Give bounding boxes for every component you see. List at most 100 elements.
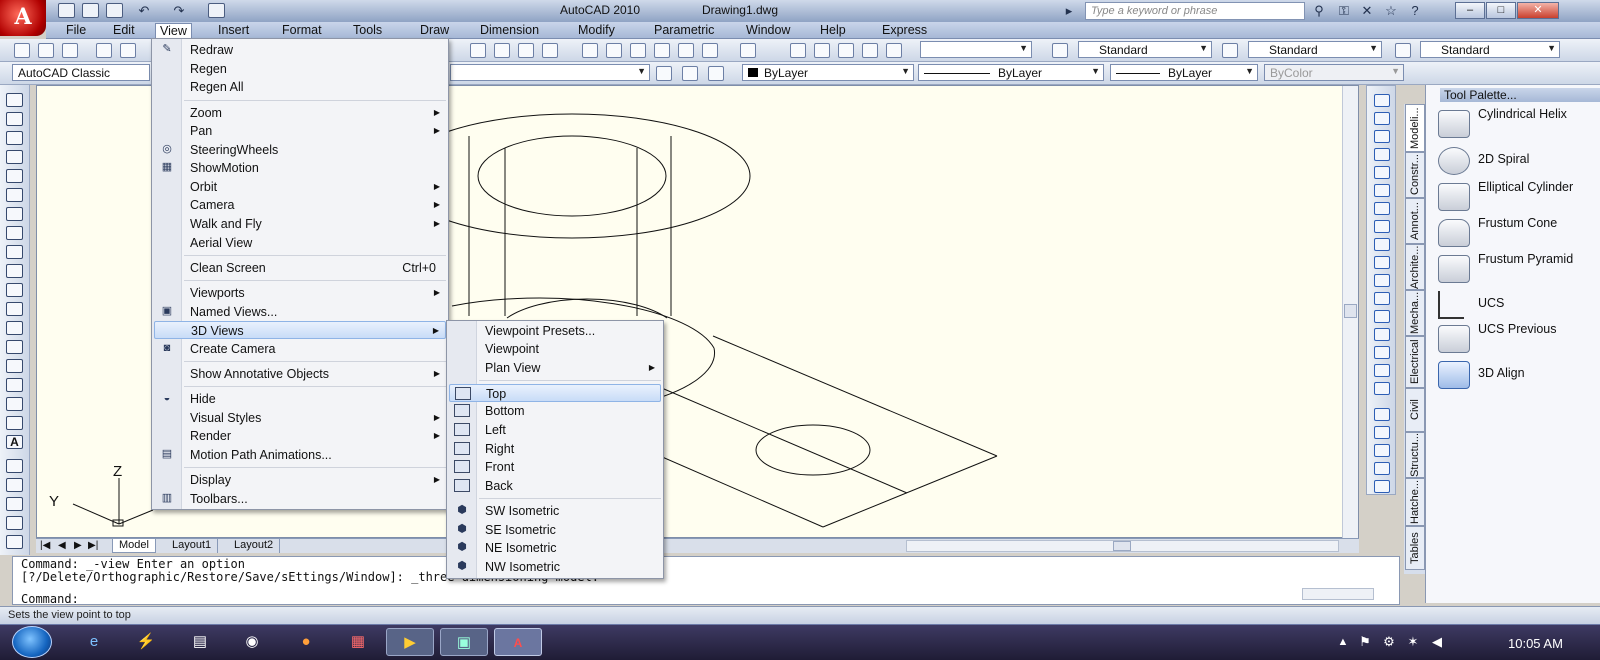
ellipse-icon[interactable] [6,264,23,278]
lineweight-combo[interactable]: ByLayer ▼ [1110,64,1258,81]
viewport-scale-combo[interactable]: ▼ [920,41,1032,58]
properties-icon[interactable] [582,43,598,58]
firefox-icon[interactable]: ● [282,628,330,656]
cylinder-left-icon[interactable] [6,478,23,492]
sphere-icon[interactable] [6,497,23,511]
insert-block-icon[interactable] [6,302,23,316]
menu-orbit[interactable]: Orbit ▶ [154,178,446,196]
draw-order-icon-2[interactable] [1374,426,1390,439]
video-icon[interactable]: ▶ [386,628,434,656]
undo-icon[interactable]: ↶ [135,3,153,19]
application-menu-button[interactable]: A [0,0,46,36]
draw-order-icon-3[interactable] [1374,444,1390,457]
close-button[interactable]: ✕ [1517,2,1559,19]
scale-icon[interactable] [1374,220,1390,233]
explode-icon[interactable] [1374,382,1390,395]
palette-tab-modeling[interactable]: Modeli... [1405,104,1425,152]
tab-last-icon[interactable]: ▶| [88,540,98,551]
hatch-icon[interactable] [6,359,23,373]
menu-toolbars[interactable]: ▥ Toolbars... [154,490,446,508]
menu-3d-views[interactable]: 3D Views ▶ [154,321,446,339]
zoom-window-icon[interactable] [518,43,534,58]
menu-redraw[interactable]: ✎ Redraw [154,41,446,59]
autocad-taskbar-icon[interactable]: A [494,628,542,656]
player-icon[interactable]: ◉ [228,628,276,656]
open-file-icon[interactable] [82,3,99,18]
menu-right-view[interactable]: Right [449,440,661,458]
array-icon[interactable] [1374,166,1390,179]
palette-tool-ucs[interactable]: UCS [1434,288,1594,322]
tab-prev-icon[interactable]: ◀ [58,540,66,551]
tool-palettes-icon[interactable] [630,43,646,58]
spline-icon[interactable] [6,245,23,259]
palette-tool-cylindrical-helix[interactable]: Cylindrical Helix [1434,107,1594,141]
save-icon[interactable] [106,3,123,18]
menu-viewpoint-presets[interactable]: Viewpoint Presets... [449,322,661,340]
menu-tools[interactable]: Tools [349,23,386,38]
mirror-icon[interactable] [1374,130,1390,143]
expand-search-icon[interactable]: ▸ [1060,3,1078,19]
join-icon[interactable] [1374,328,1390,341]
menu-modify[interactable]: Modify [574,23,619,38]
menu-draw[interactable]: Draw [416,23,453,38]
menu-back-view[interactable]: Back [449,477,661,495]
zoom-previous-icon[interactable] [542,43,558,58]
tab-next-icon[interactable]: ▶ [74,540,82,551]
redo-icon[interactable]: ↷ [170,3,188,19]
palette-tool-3d-align[interactable]: 3D Align [1434,358,1594,392]
markup-icon[interactable] [678,43,694,58]
vertical-scrollbar[interactable] [1342,86,1358,539]
region-icon[interactable] [6,397,23,411]
communication-icon[interactable]: ✕ [1358,3,1376,19]
menu-steeringwheels[interactable]: ◎ SteeringWheels [154,141,446,159]
box-icon[interactable] [6,459,23,473]
break-at-point-icon[interactable] [1374,292,1390,305]
circle-icon[interactable] [6,207,23,221]
plot-icon[interactable] [208,3,225,18]
search-input[interactable]: Type a keyword or phrase [1085,2,1305,20]
new-icon[interactable] [14,43,30,58]
line-icon[interactable] [6,93,23,107]
help-icon[interactable]: ? [1406,3,1424,19]
ellipse-arc-icon[interactable] [6,283,23,297]
multiline-text-icon[interactable]: A [6,435,23,449]
show-hidden-icons[interactable]: ▲ [1332,628,1354,656]
text-style-combo[interactable]: Standard ▼ [1078,41,1212,58]
menu-ne-isometric[interactable]: ⬢ NE Isometric [449,539,661,557]
viewport-icon-4[interactable] [862,43,878,58]
horizontal-scrollbar[interactable] [906,540,1339,552]
workspace-combo[interactable]: AutoCAD Classic [12,64,150,81]
system-clock[interactable]: 10:05 AM [1508,636,1588,651]
menu-express[interactable]: Express [878,23,931,38]
vertical-scroll-thumb[interactable] [1344,304,1357,318]
design-center-icon[interactable] [606,43,622,58]
tab-first-icon[interactable]: |◀ [40,540,50,551]
menu-edit[interactable]: Edit [109,23,139,38]
gradient-icon[interactable] [6,378,23,392]
subscription-key-icon[interactable]: ⚿ [1335,3,1353,19]
plot-toolbar-icon[interactable] [96,43,112,58]
volume-icon[interactable]: ◀ [1426,628,1448,656]
polyline-icon[interactable] [6,131,23,145]
menu-bottom-view[interactable]: Bottom [449,402,661,420]
layer-combo[interactable]: ▼ [450,64,650,81]
stretch-icon[interactable] [1374,238,1390,251]
zoom-realtime-icon[interactable] [494,43,510,58]
palette-tab-electrical[interactable]: Electrical [1405,336,1425,388]
torus-icon[interactable] [6,535,23,549]
command-prompt[interactable]: Command: [21,593,1391,606]
palette-tool-elliptical-cylinder[interactable]: Elliptical Cylinder [1434,180,1594,214]
trim-icon[interactable] [1374,256,1390,269]
menu-walk-and-fly[interactable]: Walk and Fly ▶ [154,215,446,233]
menu-create-camera[interactable]: ◙ Create Camera [154,340,446,358]
viewport-icon-2[interactable] [814,43,830,58]
app-icon[interactable]: ▦ [334,628,382,656]
menu-display[interactable]: Display ▶ [154,471,446,489]
menu-file[interactable]: File [62,23,90,38]
menu-viewports[interactable]: Viewports ▶ [154,284,446,302]
make-block-icon[interactable] [6,321,23,335]
sheet-set-icon[interactable] [654,43,670,58]
color-combo[interactable]: ByLayer ▼ [742,64,914,81]
command-window[interactable]: Command: _-view Enter an option [?/Delet… [12,556,1400,606]
menu-aerial-view[interactable]: Aerial View [154,234,446,252]
